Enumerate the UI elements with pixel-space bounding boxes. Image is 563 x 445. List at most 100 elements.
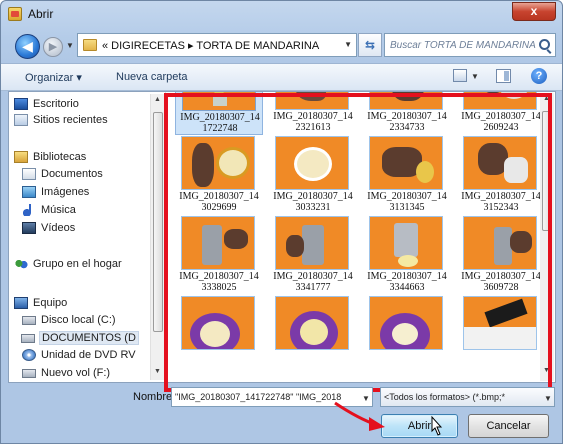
search-placeholder: Buscar TORTA DE MANDARINA bbox=[390, 40, 536, 51]
sidebar-item-label: Unidad de DVD RV bbox=[41, 349, 136, 361]
sidebar-scrollbar[interactable]: ▲ ▼ bbox=[150, 94, 164, 380]
file-name: IMG_20180307_14 3131345 bbox=[367, 191, 447, 213]
image-thumbnail bbox=[275, 296, 349, 350]
thumbnail-shape bbox=[294, 147, 332, 181]
image-thumbnail bbox=[181, 216, 255, 270]
image-thumbnail bbox=[463, 136, 537, 190]
file-item[interactable]: IMG_20180307_14 2321613 bbox=[269, 92, 357, 135]
thumbnail-shape bbox=[500, 92, 528, 99]
file-item[interactable]: IMG_20180307_14 3609728 bbox=[457, 216, 545, 295]
sidebar-item-documents[interactable]: Documentos bbox=[22, 168, 103, 180]
file-item[interactable]: IMG_20180307_14 3344663 bbox=[363, 216, 451, 295]
sidebar-item-drive-c[interactable]: Disco local (C:) bbox=[22, 314, 116, 326]
recent-places-icon bbox=[14, 114, 28, 126]
file-list-scrollbar[interactable]: ▲ ▼ bbox=[540, 93, 554, 381]
file-name: IMG_20180307_14 2609243 bbox=[461, 111, 541, 133]
back-button[interactable]: ◀ bbox=[15, 34, 40, 59]
images-icon bbox=[22, 186, 36, 198]
sidebar-item-label: Escritorio bbox=[33, 98, 79, 110]
sidebar-item-label: Música bbox=[41, 204, 76, 216]
sidebar-item-libraries[interactable]: Bibliotecas bbox=[14, 151, 86, 163]
sidebar-item-desktop[interactable]: Escritorio bbox=[14, 98, 79, 110]
image-thumbnail bbox=[181, 296, 255, 350]
sidebar-item-label: Sitios recientes bbox=[33, 114, 108, 126]
image-thumbnail bbox=[369, 92, 443, 110]
address-bar[interactable]: « DIGIRECETAS ▸ TORTA DE MANDARINA ▼ bbox=[77, 33, 357, 57]
sidebar-item-label: DOCUMENTOS (D bbox=[42, 332, 136, 344]
scroll-down-icon[interactable]: ▼ bbox=[543, 367, 550, 374]
sidebar-item-drive-f[interactable]: Nuevo vol (F:) bbox=[22, 367, 110, 379]
file-list: IMG_20180307_14 1722748 IMG_20180307_14 2… bbox=[167, 92, 555, 382]
sidebar-item-music[interactable]: Música bbox=[22, 204, 76, 216]
file-item[interactable]: IMG_20180307_14 3341777 bbox=[269, 216, 357, 295]
file-type-dropdown-icon[interactable]: ▼ bbox=[544, 394, 552, 403]
breadcrumb[interactable]: « DIGIRECETAS ▸ TORTA DE MANDARINA bbox=[102, 39, 319, 52]
file-type-select[interactable]: <Todos los formatos> (*.bmp;* bbox=[380, 387, 555, 407]
new-folder-button[interactable]: Nueva carpeta bbox=[116, 71, 188, 83]
thumbnail-shape bbox=[504, 157, 528, 183]
file-item[interactable] bbox=[269, 296, 357, 375]
file-item[interactable]: IMG_20180307_14 1722748 bbox=[175, 92, 263, 135]
sidebar-item-images[interactable]: Imágenes bbox=[22, 186, 89, 198]
bottom-bar: Nombre: "IMG_20180307_141722748" "IMG_20… bbox=[1, 383, 562, 445]
view-icon[interactable] bbox=[453, 69, 467, 82]
sidebar-item-dvd[interactable]: Unidad de DVD RV bbox=[22, 349, 136, 361]
preview-pane-icon[interactable] bbox=[496, 69, 511, 83]
navigation-pane: Escritorio Sitios recientes Bibliotecas … bbox=[9, 92, 166, 382]
file-name: IMG_20180307_14 3609728 bbox=[461, 271, 541, 293]
search-input[interactable]: Buscar TORTA DE MANDARINA bbox=[384, 33, 556, 57]
file-item[interactable]: IMG_20180307_14 2334733 bbox=[363, 92, 451, 135]
sidebar-item-label: Grupo en el hogar bbox=[33, 258, 122, 270]
file-name: IMG_20180307_14 3033231 bbox=[273, 191, 353, 213]
file-item[interactable]: IMG_20180307_14 3338025 bbox=[175, 216, 263, 295]
scroll-down-icon[interactable]: ▼ bbox=[154, 368, 161, 375]
sidebar-item-drive-d[interactable]: DOCUMENTOS (D bbox=[21, 331, 139, 345]
image-thumbnail bbox=[463, 216, 537, 270]
documents-icon bbox=[22, 168, 36, 180]
file-item[interactable]: IMG_20180307_14 3152343 bbox=[457, 136, 545, 215]
help-icon[interactable]: ? bbox=[531, 68, 547, 84]
file-item[interactable]: IMG_20180307_14 3029699 bbox=[175, 136, 263, 215]
file-item[interactable] bbox=[175, 296, 263, 375]
scrollbar-thumb[interactable] bbox=[153, 112, 163, 332]
scrollbar-thumb[interactable] bbox=[542, 111, 552, 231]
open-button[interactable]: Abrir bbox=[381, 414, 458, 438]
sidebar-item-homegroup[interactable]: Grupo en el hogar bbox=[14, 258, 122, 270]
image-thumbnail bbox=[369, 136, 443, 190]
content-area: Escritorio Sitios recientes Bibliotecas … bbox=[8, 91, 556, 383]
thumbnail-shape bbox=[302, 225, 324, 265]
sidebar-item-recent[interactable]: Sitios recientes bbox=[14, 114, 108, 126]
thumbnail-shape bbox=[510, 231, 532, 253]
navigation-bar: ◀ ▶ ▼ « DIGIRECETAS ▸ TORTA DE MANDARINA… bbox=[1, 29, 562, 61]
sidebar-item-computer[interactable]: Equipo bbox=[14, 297, 67, 309]
thumbnail-shape bbox=[484, 298, 528, 328]
file-item[interactable]: IMG_20180307_14 2609243 bbox=[457, 92, 545, 135]
sidebar-item-videos[interactable]: Vídeos bbox=[22, 222, 75, 234]
thumbnail-shape bbox=[216, 147, 250, 179]
file-item[interactable]: IMG_20180307_14 3033231 bbox=[269, 136, 357, 215]
image-thumbnail bbox=[369, 296, 443, 350]
thumbnail-shape bbox=[416, 161, 434, 183]
scroll-up-icon[interactable]: ▲ bbox=[543, 95, 550, 102]
refresh-button[interactable]: ⇆ bbox=[358, 33, 382, 57]
file-item[interactable] bbox=[457, 296, 545, 375]
file-item[interactable] bbox=[363, 296, 451, 375]
computer-icon bbox=[14, 297, 28, 309]
cancel-button[interactable]: Cancelar bbox=[468, 414, 549, 438]
drive-icon bbox=[21, 334, 35, 343]
organize-button[interactable]: Organizar ▾ bbox=[25, 71, 82, 84]
scroll-up-icon[interactable]: ▲ bbox=[154, 96, 161, 103]
forward-button[interactable]: ▶ bbox=[43, 37, 63, 57]
view-dropdown-icon[interactable]: ▼ bbox=[471, 72, 479, 81]
address-dropdown-icon[interactable]: ▼ bbox=[344, 40, 352, 49]
image-thumbnail bbox=[275, 136, 349, 190]
history-dropdown-icon[interactable]: ▼ bbox=[66, 41, 74, 50]
search-icon[interactable] bbox=[539, 39, 550, 50]
dvd-icon bbox=[22, 349, 36, 361]
file-item[interactable]: IMG_20180307_14 3131345 bbox=[363, 136, 451, 215]
file-name: IMG_20180307_14 2334733 bbox=[367, 111, 447, 133]
sidebar-item-label: Documentos bbox=[41, 168, 103, 180]
close-button[interactable]: x bbox=[512, 2, 556, 21]
annotation-arrow-icon bbox=[334, 401, 385, 431]
homegroup-icon bbox=[14, 258, 28, 270]
